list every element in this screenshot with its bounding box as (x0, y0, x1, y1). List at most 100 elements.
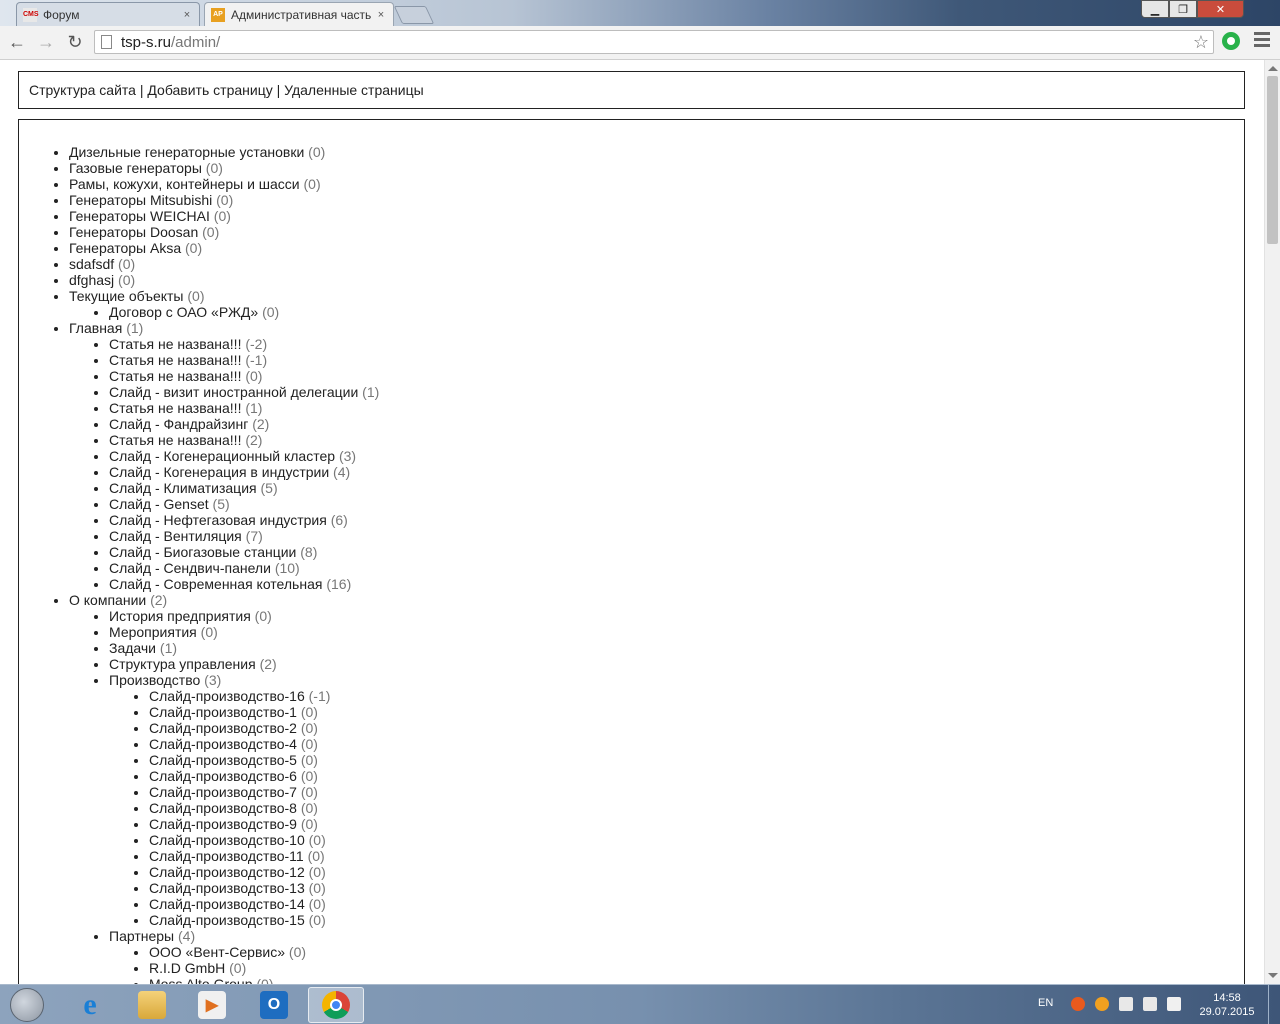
tree-item-link[interactable]: Слайд-производство-16 (149, 688, 305, 704)
tree-item-link[interactable]: Слайд - Когенерационный кластер (109, 448, 335, 464)
tree-item-link[interactable]: Слайд-производство-14 (149, 896, 305, 912)
tree-item-link[interactable]: Генераторы WEICHAI (69, 208, 210, 224)
tree-item-link[interactable]: Производство (109, 672, 200, 688)
tree-item-link[interactable]: Договор с ОАО «РЖД» (109, 304, 258, 320)
tree-item-link[interactable]: Слайд - Биогазовые станции (109, 544, 296, 560)
tree-item-link[interactable]: Статья не названа!!! (109, 336, 241, 352)
reload-icon[interactable]: ↻ (64, 31, 86, 53)
tree-item-link[interactable]: Слайд-производство-13 (149, 880, 305, 896)
url-text[interactable]: tsp-s.ru/admin/ (121, 34, 220, 51)
nav-link-site-structure[interactable]: Структура сайта (29, 82, 136, 98)
taskbar-app-outlook[interactable]: O (246, 987, 302, 1023)
start-button[interactable] (10, 988, 44, 1022)
page-icon (101, 35, 112, 49)
tree-item-link[interactable]: Слайд - Вентиляция (109, 528, 242, 544)
tray-network-icon[interactable] (1119, 997, 1133, 1011)
tree-item-link[interactable]: Слайд - Когенерация в индустрии (109, 464, 329, 480)
minimize-button[interactable]: ▁ (1141, 0, 1169, 18)
tree-item-link[interactable]: Слайд - Климатизация (109, 480, 257, 496)
back-arrow-icon[interactable]: ← (6, 31, 28, 53)
tree-item-link[interactable]: Слайд-производство-4 (149, 736, 297, 752)
tree-item-link[interactable]: Мероприятия (109, 624, 197, 640)
tree-item-link[interactable]: Слайд - визит иностранной делегации (109, 384, 358, 400)
taskbar-app-explorer[interactable] (124, 987, 180, 1023)
tree-item-link[interactable]: Слайд-производство-7 (149, 784, 297, 800)
scroll-up-arrow-icon[interactable] (1268, 66, 1278, 71)
tree-item: Слайд - Когенерационный кластер (3) (109, 448, 1244, 464)
scroll-down-arrow-icon[interactable] (1268, 973, 1278, 978)
tree-sublist: Договор с ОАО «РЖД» (0) (69, 304, 1244, 320)
tree-item-link[interactable]: Статья не названа!!! (109, 400, 241, 416)
forward-arrow-icon[interactable]: → (35, 31, 57, 53)
tree-item-link[interactable]: Газовые генераторы (69, 160, 202, 176)
tree-item-link[interactable]: Слайд-производство-15 (149, 912, 305, 928)
tree-item-link[interactable]: Слайд-производство-6 (149, 768, 297, 784)
tree-item-order: (0) (200, 624, 218, 640)
tree-item-link[interactable]: Текущие объекты (69, 288, 183, 304)
tree-item-link[interactable]: Главная (69, 320, 122, 336)
tree-item-link[interactable]: Moss Alto Group (149, 976, 253, 984)
tab-admin[interactable]: AP Административная часть × (204, 2, 394, 26)
tree-item-link[interactable]: Слайд-производство-10 (149, 832, 305, 848)
tree-item-link[interactable]: Рамы, кожухи, контейнеры и шасси (69, 176, 300, 192)
tree-item-link[interactable]: Структура управления (109, 656, 256, 672)
tree-item-link[interactable]: Слайд - Нефтегазовая индустрия (109, 512, 327, 528)
extension-icon[interactable] (1222, 32, 1240, 50)
language-indicator[interactable]: EN (1038, 997, 1053, 1009)
tree-item-link[interactable]: Слайд - Фандрайзинг (109, 416, 248, 432)
tree-item-link[interactable]: Слайд-производство-5 (149, 752, 297, 768)
tree-item-link[interactable]: Слайд - Сендвич-панели (109, 560, 271, 576)
tree-item-link[interactable]: О компании (69, 592, 146, 608)
tree-item-order: (-1) (308, 688, 331, 704)
tree-item-link[interactable]: Слайд-производство-2 (149, 720, 297, 736)
tree-item-link[interactable]: Слайд - Современная котельная (109, 576, 322, 592)
tree-item-link[interactable]: Слайд-производство-11 (149, 848, 304, 864)
tree-item: Генераторы Mitsubishi (0) (69, 192, 1244, 208)
tree-item-link[interactable]: Генераторы Aksa (69, 240, 181, 256)
tree-item-link[interactable]: Статья не названа!!! (109, 352, 241, 368)
tree-item-order: (0) (254, 608, 272, 624)
tree-sublist: ООО «Вент-Сервис» (0)R.I.D GmbH (0)Moss … (109, 944, 1244, 984)
tree-item-link[interactable]: Статья не названа!!! (109, 368, 241, 384)
maximize-button[interactable]: ❐ (1169, 0, 1197, 18)
tree-item-link[interactable]: Задачи (109, 640, 156, 656)
tree-item-link[interactable]: Партнеры (109, 928, 174, 944)
tree-item-order: (3) (338, 448, 357, 464)
tree-item-link[interactable]: Слайд - Genset (109, 496, 209, 512)
tree-item-link[interactable]: sdafsdf (69, 256, 114, 272)
tree-item-link[interactable]: Дизельные генераторные установки (69, 144, 304, 160)
tab-close-icon[interactable]: × (181, 9, 193, 21)
tree-item-link[interactable]: ООО «Вент-Сервис» (149, 944, 285, 960)
tree-item-link[interactable]: Слайд-производство-8 (149, 800, 297, 816)
tree-item-link[interactable]: dfghasj (69, 272, 114, 288)
tree-item-link[interactable]: История предприятия (109, 608, 251, 624)
tree-item-link[interactable]: R.I.D GmbH (149, 960, 225, 976)
tree-item-link[interactable]: Слайд-производство-9 (149, 816, 297, 832)
close-window-button[interactable]: ✕ (1197, 0, 1244, 18)
taskbar-clock[interactable]: 14:58 29.07.2015 (1192, 991, 1262, 1019)
scrollbar-thumb[interactable] (1267, 76, 1278, 244)
taskbar-app-ie[interactable]: e (62, 987, 118, 1023)
nav-link-add-page[interactable]: Добавить страницу (147, 82, 272, 98)
tree-item-link[interactable]: Генераторы Mitsubishi (69, 192, 212, 208)
taskbar-app-media[interactable]: ▶ (184, 987, 240, 1023)
tab-close-icon[interactable]: × (375, 9, 387, 21)
menu-hamburger-icon[interactable] (1254, 32, 1270, 50)
address-bar[interactable]: tsp-s.ru/admin/ ☆ (94, 30, 1214, 54)
tree-item-link[interactable]: Генераторы Doosan (69, 224, 198, 240)
tab-forum[interactable]: CMS Форум × (16, 2, 200, 26)
vertical-scrollbar[interactable] (1264, 60, 1280, 984)
tray-app-icon[interactable] (1095, 997, 1109, 1011)
nav-link-deleted-pages[interactable]: Удаленные страницы (284, 82, 424, 98)
tray-volume-icon[interactable] (1143, 997, 1157, 1011)
taskbar-app-chrome[interactable] (308, 987, 364, 1023)
tray-update-icon[interactable] (1071, 997, 1085, 1011)
tree-item-link[interactable]: Слайд-производство-1 (149, 704, 297, 720)
new-tab-button[interactable] (393, 6, 435, 24)
tree-item-link[interactable]: Слайд-производство-12 (149, 864, 305, 880)
tray-flag-icon[interactable] (1167, 997, 1181, 1011)
tree-item: Слайд - Вентиляция (7) (109, 528, 1244, 544)
bookmark-star-icon[interactable]: ☆ (1193, 32, 1209, 53)
tree-item-link[interactable]: Статья не названа!!! (109, 432, 241, 448)
show-desktop-button[interactable] (1268, 985, 1280, 1024)
